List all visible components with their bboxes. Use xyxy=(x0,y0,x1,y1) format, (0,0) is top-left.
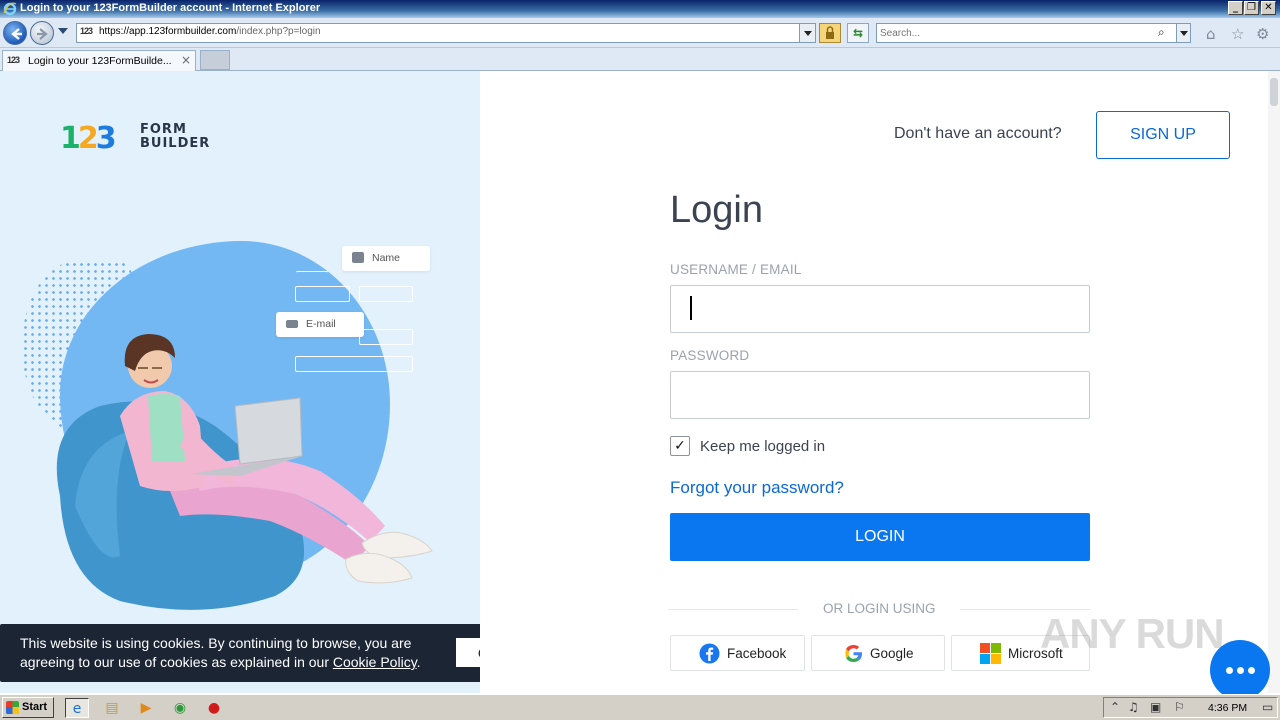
password-label: PASSWORD xyxy=(670,348,750,363)
woman-with-laptop-illustration xyxy=(56,334,433,610)
google-login-button[interactable]: Google xyxy=(811,635,945,671)
show-desktop-icon[interactable]: ▭ xyxy=(1262,700,1273,714)
divider-left xyxy=(668,609,798,610)
chat-dot-icon xyxy=(1248,667,1255,674)
refresh-icon: ⇆ xyxy=(852,26,864,40)
facebook-label: Facebook xyxy=(727,646,787,661)
favorites-star-icon[interactable]: ☆ xyxy=(1231,25,1244,43)
cookie-policy-link[interactable]: Cookie Policy xyxy=(333,654,417,670)
taskbar-folder-icon[interactable]: ▤ xyxy=(100,698,124,718)
minimize-button[interactable]: _ xyxy=(1228,1,1243,15)
address-dropdown-button[interactable] xyxy=(799,24,815,42)
forgot-password-link[interactable]: Forgot your password? xyxy=(670,478,844,498)
address-bar[interactable]: 123 https://app.123formbuilder.com/index… xyxy=(76,23,816,43)
tab-login[interactable]: 123 Login to your 123FormBuilde... × xyxy=(2,50,196,71)
brand-logo[interactable]: 123 FORM BUILDER xyxy=(60,121,211,156)
tab-strip: 123 Login to your 123FormBuilde... × xyxy=(0,48,1280,71)
tray-expand-icon[interactable]: ⌃ xyxy=(1110,700,1120,714)
security-lock-button[interactable] xyxy=(819,23,841,43)
anyrun-watermark: ANY RUN xyxy=(1040,610,1225,657)
no-account-text: Don't have an account? xyxy=(894,125,1062,142)
action-center-flag-icon[interactable]: ⚐ xyxy=(1174,700,1185,714)
volume-icon[interactable]: ♫ xyxy=(1128,700,1139,714)
refresh-button[interactable]: ⇆ xyxy=(847,23,869,43)
home-icon[interactable]: ⌂ xyxy=(1206,25,1216,43)
window-title: Login to your 123FormBuilder account - I… xyxy=(20,2,321,14)
site-favicon-icon: 123 xyxy=(80,26,93,36)
scrollbar-thumb[interactable] xyxy=(1270,78,1278,106)
username-field[interactable] xyxy=(670,285,1090,333)
windows-flag-icon xyxy=(6,701,19,714)
logo-digits: 123 xyxy=(60,121,117,156)
close-window-button[interactable]: ✕ xyxy=(1261,1,1276,15)
google-label: Google xyxy=(870,646,914,661)
settings-gear-icon[interactable]: ⚙ xyxy=(1256,25,1269,43)
keep-logged-in-checkbox[interactable]: ✓ xyxy=(670,436,690,456)
text-caret xyxy=(690,296,692,320)
chat-button[interactable] xyxy=(1210,640,1270,700)
cookie-message: This website is using cookies. By contin… xyxy=(20,635,421,670)
user-icon xyxy=(352,252,364,263)
internet-explorer-icon xyxy=(3,2,17,16)
username-label: USERNAME / EMAIL xyxy=(670,262,802,277)
cookie-banner: This website is using cookies. By contin… xyxy=(0,624,540,682)
clock[interactable]: 4:36 PM xyxy=(1208,702,1247,714)
screen: Login to your 123FormBuilder account - I… xyxy=(0,0,1280,720)
taskbar-opera-icon[interactable]: ● xyxy=(202,698,226,718)
network-icon[interactable]: ▣ xyxy=(1150,700,1161,714)
form-card-name-label: Name xyxy=(372,252,401,264)
back-arrow-icon xyxy=(11,28,22,40)
password-field[interactable] xyxy=(670,371,1090,419)
login-button[interactable]: LOGIN xyxy=(670,513,1090,561)
tab-title: Login to your 123FormBuilde... xyxy=(28,55,172,67)
address-url[interactable]: https://app.123formbuilder.com/index.php… xyxy=(99,26,321,37)
new-tab-button[interactable] xyxy=(200,50,230,70)
chat-dot-icon xyxy=(1226,667,1233,674)
window-title-bar: Login to your 123FormBuilder account - I… xyxy=(0,0,1280,18)
search-icon[interactable]: ⌕ xyxy=(1158,25,1165,40)
system-tray: ⌃ ♫ ▣ ⚐ 4:36 PM ▭ xyxy=(1103,697,1278,718)
url-path: /index.php?p=login xyxy=(236,26,321,37)
page-title: Login xyxy=(670,189,763,231)
browser-toolbar: 123 https://app.123formbuilder.com/index… xyxy=(0,18,1280,48)
or-login-using-text: OR LOGIN USING xyxy=(823,601,936,616)
sign-up-button[interactable]: SIGN UP xyxy=(1096,111,1230,159)
google-icon xyxy=(845,645,862,662)
search-input[interactable] xyxy=(880,25,1150,41)
facebook-icon xyxy=(699,643,720,664)
restore-button[interactable]: ❐ xyxy=(1244,1,1259,15)
start-label: Start xyxy=(22,701,48,713)
logo-wordmark: FORM BUILDER xyxy=(140,122,211,151)
facebook-login-button[interactable]: Facebook xyxy=(670,635,805,671)
tab-favicon-icon: 123 xyxy=(7,55,20,65)
login-panel: Don't have an account? SIGN UP Login USE… xyxy=(480,71,1280,693)
taskbar-internet-explorer-icon[interactable]: e xyxy=(65,698,89,718)
page-scrollbar[interactable] xyxy=(1268,71,1280,693)
forward-button[interactable] xyxy=(30,21,54,45)
search-dropdown-button[interactable] xyxy=(1176,24,1190,42)
form-card-name: Name xyxy=(342,246,430,271)
tab-close-icon[interactable]: × xyxy=(181,53,191,67)
hero-panel: 123 FORM BUILDER Name E-mail xyxy=(0,71,480,693)
keep-logged-in-label[interactable]: Keep me logged in xyxy=(700,438,825,455)
forward-arrow-icon xyxy=(37,28,48,40)
back-button[interactable] xyxy=(3,21,27,45)
form-outline-line xyxy=(296,271,328,274)
start-button[interactable]: Start xyxy=(2,697,54,718)
taskbar-media-player-icon[interactable]: ▶ xyxy=(134,698,158,718)
taskbar-chrome-icon[interactable]: ◉ xyxy=(168,698,192,718)
url-scheme: https:// xyxy=(99,26,130,37)
search-box[interactable]: ⌕ xyxy=(876,23,1191,43)
windows-taskbar: Start e ▤ ▶ ◉ ● ⌃ ♫ ▣ ⚐ 4:36 PM ▭ xyxy=(0,694,1280,720)
history-dropdown-icon[interactable] xyxy=(58,28,68,34)
microsoft-icon xyxy=(980,643,1001,664)
chat-dot-icon xyxy=(1237,667,1244,674)
lock-icon xyxy=(826,26,834,39)
url-host: app.123formbuilder.com xyxy=(129,26,237,37)
